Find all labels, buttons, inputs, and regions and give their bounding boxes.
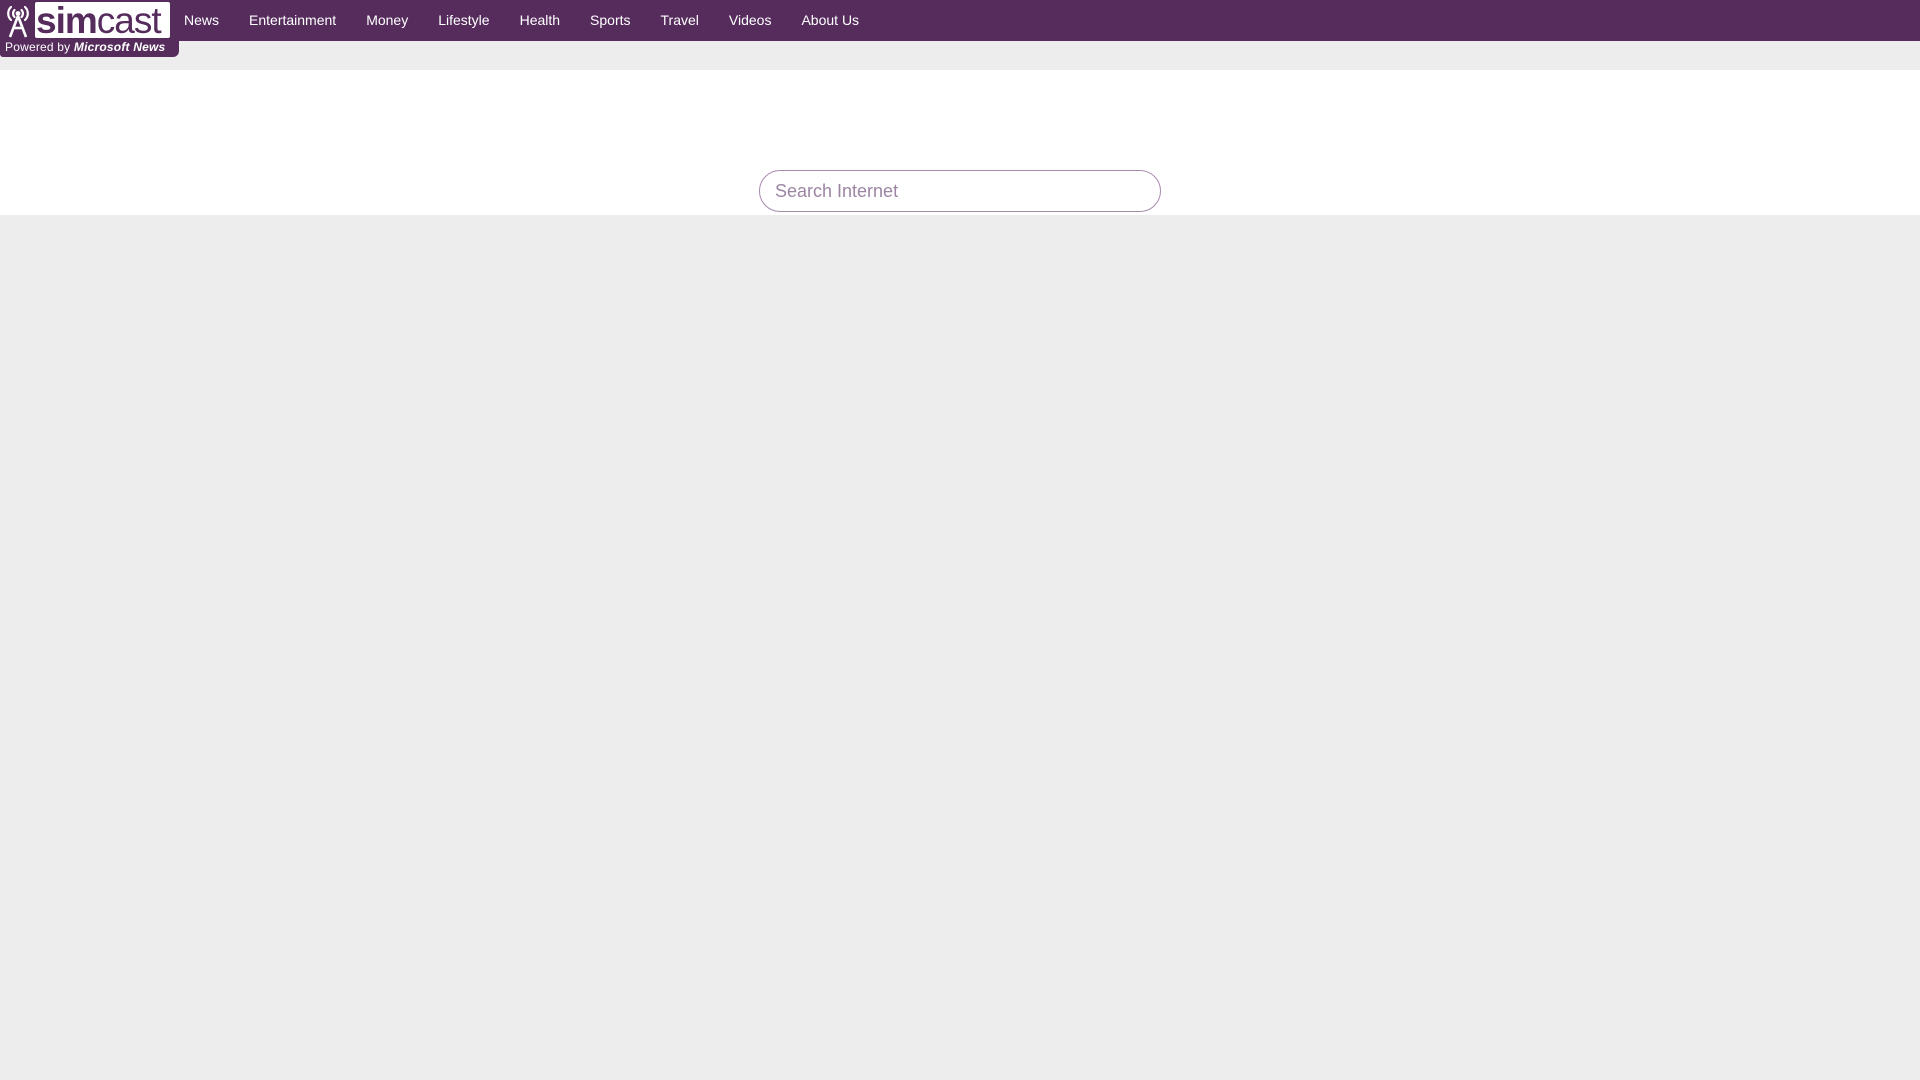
nav-item-health[interactable]: Health xyxy=(508,0,572,41)
top-navigation-bar: simcast Powered by Microsoft News News E… xyxy=(0,0,1920,57)
simcast-logo[interactable]: simcast Powered by Microsoft News xyxy=(0,0,179,57)
logo-secondary-text: cast xyxy=(96,2,162,38)
nav-item-money[interactable]: Money xyxy=(354,0,420,41)
logo-primary-text: sim xyxy=(36,2,98,38)
main-nav: News Entertainment Money Lifestyle Healt… xyxy=(172,0,877,41)
nav-item-travel[interactable]: Travel xyxy=(649,0,711,41)
powered-prefix: Powered by xyxy=(5,40,71,54)
nav-item-about-us[interactable]: About Us xyxy=(789,0,871,41)
nav-item-news[interactable]: News xyxy=(172,0,231,41)
nav-item-entertainment[interactable]: Entertainment xyxy=(237,0,348,41)
search-input[interactable] xyxy=(759,170,1161,212)
radio-tower-icon xyxy=(7,5,29,38)
powered-brand: Microsoft News xyxy=(73,40,166,54)
logo-wordmark: simcast xyxy=(35,2,170,38)
nav-item-videos[interactable]: Videos xyxy=(717,0,784,41)
nav-item-lifestyle[interactable]: Lifestyle xyxy=(426,0,501,41)
powered-by-label: Powered by Microsoft News xyxy=(5,40,165,54)
nav-item-sports[interactable]: Sports xyxy=(578,0,642,41)
sub-header-strip xyxy=(0,41,1920,70)
